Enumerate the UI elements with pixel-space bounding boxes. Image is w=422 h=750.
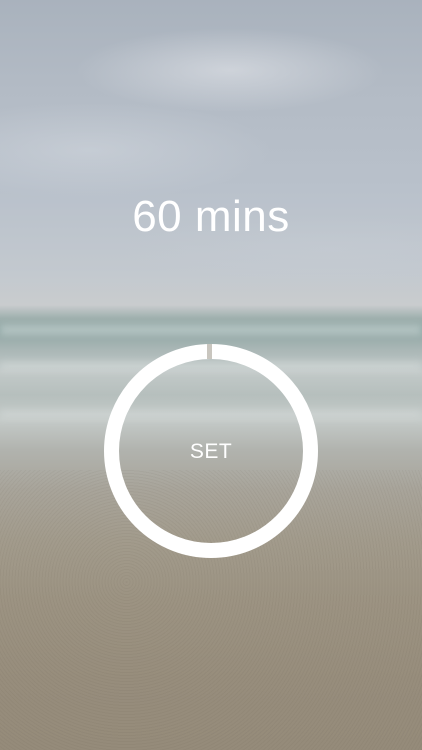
timer-screen: 60 mins SET xyxy=(0,0,422,750)
duration-label: 60 mins xyxy=(132,192,290,241)
set-button[interactable]: SET xyxy=(104,440,318,464)
dial-handle[interactable] xyxy=(207,344,212,359)
wave-line xyxy=(0,326,422,334)
timer-dial[interactable]: SET xyxy=(104,344,318,558)
